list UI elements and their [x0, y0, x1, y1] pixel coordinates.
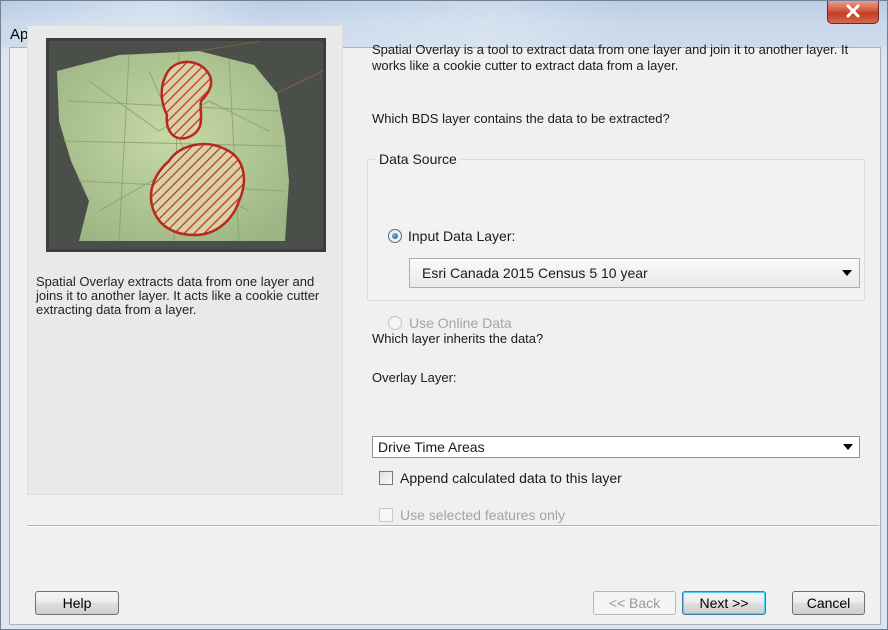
append-calculated-checkbox[interactable] — [379, 471, 393, 485]
overlay-layer-label: Overlay Layer: — [372, 370, 457, 385]
target-question: Which layer inherits the data? — [372, 331, 544, 346]
use-online-data-radio[interactable] — [388, 316, 402, 330]
illustration-panel: Spatial Overlay extracts data from one l… — [27, 25, 343, 495]
back-button[interactable]: << Back — [593, 591, 676, 615]
help-button[interactable]: Help — [35, 591, 119, 615]
input-data-layer-value: Esri Canada 2015 Census 5 10 year — [422, 265, 648, 281]
footer-separator — [27, 525, 879, 527]
data-source-legend: Data Source — [375, 151, 461, 167]
input-data-layer-label[interactable]: Input Data Layer: — [408, 228, 515, 244]
use-online-data-label[interactable]: Use Online Data — [409, 315, 512, 331]
input-data-layer-radio[interactable] — [388, 229, 402, 243]
close-button[interactable] — [827, 1, 879, 24]
close-icon — [846, 4, 860, 21]
overlay-layer-dropdown[interactable]: Drive Time Areas — [372, 436, 860, 458]
use-selected-features-checkbox[interactable] — [379, 508, 393, 522]
overlay-layer-value: Drive Time Areas — [378, 439, 485, 455]
illustration-description: Spatial Overlay extracts data from one l… — [36, 274, 320, 317]
spatial-overlay-map-image — [46, 38, 326, 252]
chevron-down-icon — [843, 444, 853, 450]
append-calculated-label[interactable]: Append calculated data to this layer — [400, 470, 622, 486]
append-data-dialog: Append Data — [0, 0, 888, 630]
next-button[interactable]: Next >> — [682, 591, 766, 615]
cancel-button[interactable]: Cancel — [792, 591, 865, 615]
source-question: Which BDS layer contains the data to be … — [372, 111, 670, 126]
input-data-layer-dropdown[interactable]: Esri Canada 2015 Census 5 10 year — [409, 258, 860, 288]
use-selected-features-label[interactable]: Use selected features only — [400, 507, 565, 523]
chevron-down-icon — [842, 270, 852, 276]
intro-text: Spatial Overlay is a tool to extract dat… — [372, 42, 849, 73]
